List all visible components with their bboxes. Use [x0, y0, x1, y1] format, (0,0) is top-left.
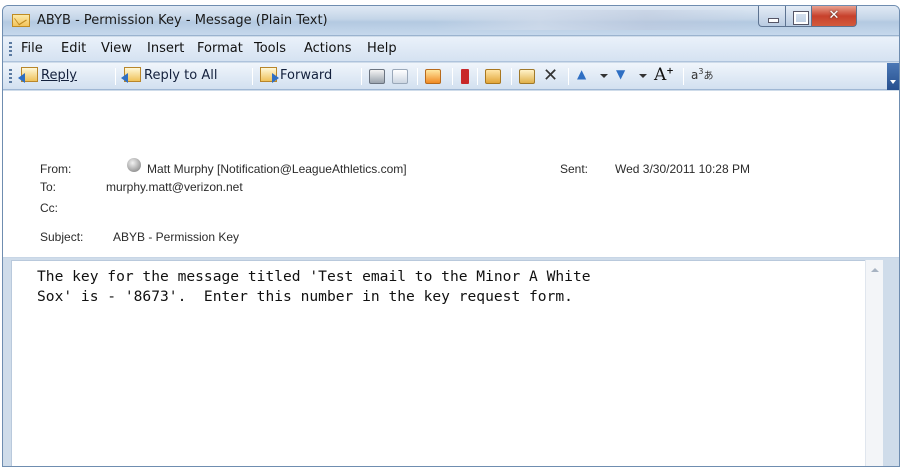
menu-help[interactable]: Help — [367, 41, 397, 56]
previous-item-button[interactable]: ▲ — [577, 67, 586, 86]
message-line-1: The key for the message titled 'Test ema… — [37, 268, 591, 285]
menu-tools[interactable]: Tools — [254, 41, 286, 56]
toolbar-separator — [417, 68, 418, 85]
forward-button[interactable]: Forward — [260, 67, 332, 86]
menu-view[interactable]: View — [101, 41, 132, 56]
subject-label: Subject: — [40, 230, 84, 244]
message-text[interactable]: The key for the message titled 'Test ema… — [37, 267, 837, 307]
delete-button[interactable]: ✕ — [543, 65, 559, 86]
envelope-icon — [12, 14, 30, 27]
contact-status-icon — [127, 158, 141, 172]
menu-format[interactable]: Format — [197, 41, 243, 56]
message-window: ABYB - Permission Key - Message (Plain T… — [2, 5, 900, 467]
window-title: ABYB - Permission Key - Message (Plain T… — [37, 13, 328, 28]
reply-button[interactable]: Reply — [18, 67, 78, 86]
translate-icon-2: あ — [703, 71, 714, 82]
toolbar-grip[interactable] — [9, 69, 12, 83]
forward-label: Forward — [280, 68, 333, 83]
menu-grip[interactable] — [9, 42, 12, 56]
subject-value: ABYB - Permission Key — [113, 230, 240, 244]
toolbar-separator — [568, 68, 569, 85]
to-label: To: — [40, 180, 57, 194]
close-button[interactable]: ✕ — [811, 6, 857, 27]
reply-label: Reply — [41, 68, 78, 83]
toolbar-separator — [252, 68, 253, 85]
follow-up-flag-icon[interactable] — [461, 69, 469, 84]
menu-bar: File Edit View Insert Format Tools Actio… — [3, 37, 899, 62]
vertical-scrollbar[interactable] — [865, 260, 883, 466]
forward-icon — [260, 67, 279, 83]
next-dropdown-icon[interactable] — [639, 74, 647, 78]
reply-all-label: Reply to All — [144, 68, 218, 83]
to-value[interactable]: murphy.matt@verizon.net — [106, 180, 243, 194]
reply-icon — [18, 67, 38, 83]
sent-value: Wed 3/30/2011 10:28 PM — [615, 162, 750, 176]
toolbar-separator — [477, 68, 478, 85]
reply-all-icon — [121, 67, 141, 83]
toolbar-separator — [361, 68, 362, 85]
address-book-icon[interactable] — [519, 69, 535, 84]
minimize-button[interactable] — [758, 6, 786, 27]
translate-button[interactable]: a3あ — [691, 67, 713, 86]
toolbar-separator — [115, 68, 116, 85]
maximize-button[interactable] — [785, 6, 812, 27]
toolbar-overflow-button[interactable] — [887, 63, 899, 90]
increase-font-size-button[interactable]: A+ — [654, 65, 674, 85]
standard-toolbar: Reply Reply to All Forward ✕ ▲ ▼ A+ a3あ — [3, 63, 899, 90]
font-size-icon: A — [654, 65, 667, 85]
move-to-folder-icon[interactable] — [425, 69, 441, 84]
scroll-up-icon[interactable] — [871, 268, 879, 272]
sent-label: Sent: — [560, 162, 589, 176]
delete-icon: ✕ — [543, 65, 559, 86]
toolbar-separator — [511, 68, 512, 85]
font-size-plus: + — [666, 66, 674, 77]
toolbar-separator — [452, 68, 453, 85]
menu-edit[interactable]: Edit — [61, 41, 86, 56]
close-icon: ✕ — [828, 8, 840, 23]
down-arrow-icon: ▼ — [616, 67, 626, 81]
title-glare — [433, 10, 753, 30]
print-icon[interactable] — [369, 69, 385, 84]
from-label: From: — [40, 162, 72, 176]
up-arrow-icon: ▲ — [577, 67, 587, 81]
toolbar-separator — [683, 68, 684, 85]
next-item-button[interactable]: ▼ — [616, 67, 625, 86]
from-value[interactable]: Matt Murphy [Notification@LeagueAthletic… — [147, 162, 407, 176]
copy-icon[interactable] — [392, 69, 408, 84]
menu-insert[interactable]: Insert — [147, 41, 184, 56]
open-folder-icon[interactable] — [485, 69, 501, 84]
menu-file[interactable]: File — [21, 41, 43, 56]
previous-dropdown-icon[interactable] — [600, 74, 608, 78]
reply-all-button[interactable]: Reply to All — [121, 67, 218, 86]
menu-actions[interactable]: Actions — [304, 41, 352, 56]
cc-label: Cc: — [40, 201, 58, 215]
message-line-2: Sox' is - '8673'. Enter this number in t… — [37, 288, 573, 305]
title-bar[interactable]: ABYB - Permission Key - Message (Plain T… — [3, 6, 899, 36]
